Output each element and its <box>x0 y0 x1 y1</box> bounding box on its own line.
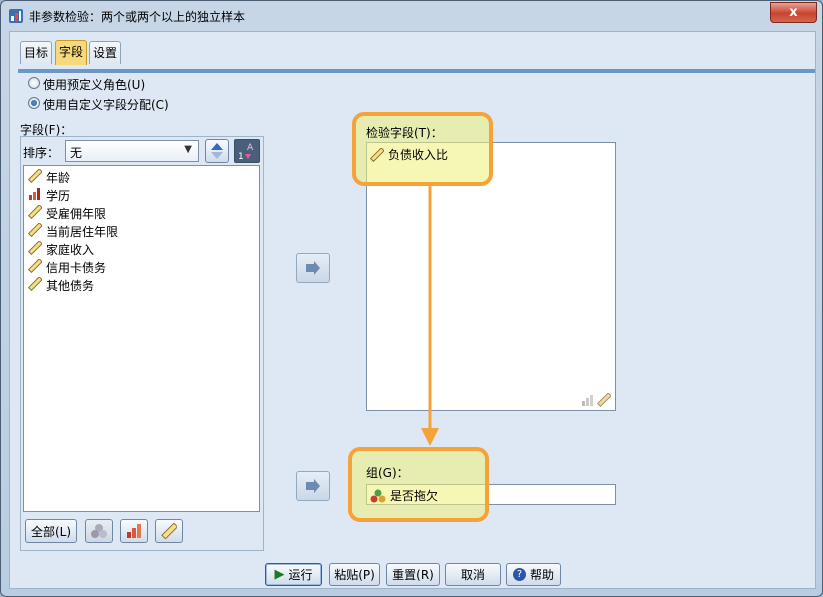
scale-ruler-icon <box>27 221 43 240</box>
sort-order-button[interactable] <box>205 139 229 163</box>
tab-objective[interactable]: 目标 <box>20 41 52 64</box>
tab-fields[interactable]: 字段 <box>55 40 87 65</box>
help-icon: ? <box>512 568 526 581</box>
field-list-item[interactable]: 其他债务 <box>27 275 95 294</box>
field-list-item[interactable]: 年龄 <box>27 167 71 186</box>
test-fields-label: 检验字段(T)： <box>366 126 443 140</box>
scale-ruler-icon <box>27 239 43 258</box>
scale-ruler-icon <box>27 203 43 222</box>
ordinal-bar-icon <box>127 524 141 538</box>
field-list-item-label: 受雇佣年限 <box>46 206 107 221</box>
radio-custom-field-assignment[interactable] <box>28 97 40 109</box>
field-list-item-label: 年龄 <box>46 170 71 185</box>
show-all-button[interactable]: 全部(L) <box>25 519 77 543</box>
group-highlight: 组(G)： 是否拖欠 <box>348 447 489 522</box>
field-list-item[interactable]: 当前居住年限 <box>27 221 119 240</box>
sort-alphabetical-button[interactable]: A1 <box>234 139 260 163</box>
test-fields-highlight: 检验字段(T)： 负债收入比 <box>352 112 493 186</box>
scale-ruler-icon <box>597 393 611 407</box>
field-list-item-label: 当前居住年限 <box>46 224 119 239</box>
dialog-window: 非参数检验：两个或两个以上的独立样本 x 目标 字段 设置 使用预定义角色(U)… <box>0 0 823 597</box>
group-label: 组(G)： <box>366 466 409 480</box>
sort-dropdown[interactable]: 无 ▼ <box>65 140 199 162</box>
field-list-item[interactable]: 家庭收入 <box>27 239 95 258</box>
filter-nominal-button[interactable] <box>85 519 113 543</box>
scale-ruler-icon <box>27 275 43 294</box>
help-button[interactable]: ? 帮助 <box>506 563 561 586</box>
ordinal-bar-icon <box>582 395 593 406</box>
filter-scale-button[interactable] <box>155 519 183 543</box>
field-list-item[interactable]: 受雇佣年限 <box>27 203 107 222</box>
cancel-button[interactable]: 取消 <box>445 563 501 586</box>
scale-ruler-icon <box>27 167 43 186</box>
nominal-balls-icon <box>370 489 386 502</box>
arrow-right-icon <box>306 479 320 493</box>
fields-listbox[interactable]: 年龄学历受雇佣年限当前居住年限 家庭收入信用卡债务其他债务 <box>23 165 260 512</box>
field-list-item-label: 信用卡债务 <box>46 260 107 275</box>
scale-ruler-icon <box>27 257 43 276</box>
close-icon: x <box>789 5 798 20</box>
scale-ruler-icon <box>370 147 384 162</box>
window-title: 非参数检验：两个或两个以上的独立样本 <box>29 10 246 24</box>
field-list-item-label: 家庭收入 <box>46 242 95 257</box>
radio-predefined-roles[interactable] <box>28 77 40 89</box>
spss-app-icon <box>8 8 24 24</box>
scale-ruler-icon <box>161 523 177 539</box>
run-button[interactable]: ▶ 运行 <box>265 563 322 586</box>
arrow-right-icon <box>306 261 320 275</box>
radio-custom-field-assignment-label: 使用自定义字段分配(C) <box>43 98 169 112</box>
radio-predefined-roles-label: 使用预定义角色(U) <box>43 78 146 92</box>
fields-panel: 排序： 无 ▼ A1 年龄 学历 受雇佣年限 当前居住年限 家庭收入 信用卡债务 其他债务 … <box>20 136 264 551</box>
field-list-item-label: 学历 <box>46 188 71 203</box>
sort-label: 排序： <box>23 146 60 160</box>
title-bar[interactable]: 非参数检验：两个或两个以上的独立样本 x <box>1 1 822 31</box>
svg-text:1: 1 <box>238 152 244 162</box>
sort-up-down-icon <box>211 143 223 159</box>
field-list-item[interactable]: 信用卡债务 <box>27 257 107 276</box>
test-field-item[interactable]: 负债收入比 <box>370 146 448 163</box>
field-list-item-label: 其他债务 <box>46 278 95 293</box>
ordinal-bar-icon <box>28 187 42 204</box>
dialog-client-area: 目标 字段 设置 使用预定义角色(U) 使用自定义字段分配(C) 字段(F)： … <box>9 31 816 589</box>
sort-dropdown-value: 无 <box>70 146 83 160</box>
filter-ordinal-button[interactable] <box>120 519 148 543</box>
move-to-test-fields-button[interactable] <box>296 253 330 283</box>
group-field-item[interactable]: 是否拖欠 <box>370 487 438 504</box>
field-list-item[interactable]: 学历 <box>28 186 70 204</box>
move-to-group-button[interactable] <box>296 471 330 501</box>
tab-strip-underline <box>18 69 815 73</box>
play-icon: ▶ <box>274 567 285 582</box>
allowed-types-indicator <box>581 393 611 407</box>
paste-button[interactable]: 粘贴(P) <box>329 563 380 586</box>
svg-text:A: A <box>247 143 254 153</box>
annotation-arrow <box>421 182 439 446</box>
tab-settings[interactable]: 设置 <box>89 41 121 64</box>
reset-button[interactable]: 重置(R) <box>386 563 440 586</box>
nominal-balls-icon <box>91 524 107 538</box>
chevron-down-icon: ▼ <box>184 144 192 155</box>
close-button[interactable]: x <box>770 2 817 23</box>
sort-alpha-numeric-icon: A1 <box>238 143 254 162</box>
